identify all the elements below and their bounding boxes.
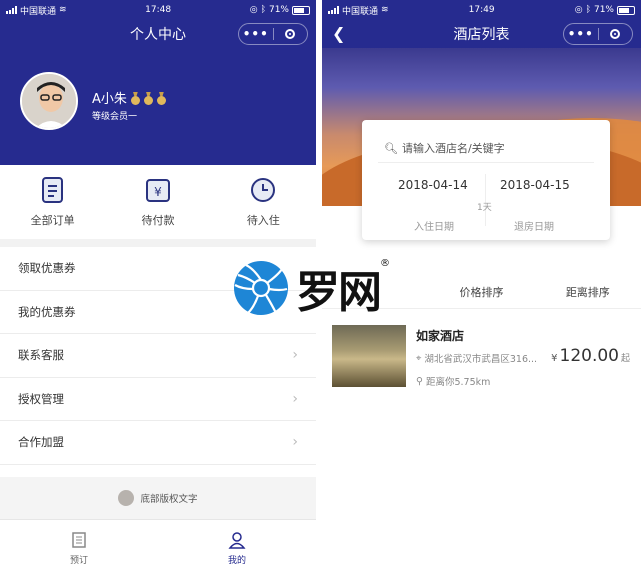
menu-item-label: 领取优惠券 xyxy=(18,261,76,276)
tab-booking[interactable]: 预订 xyxy=(0,520,158,575)
order-label: 待付款 xyxy=(141,214,175,227)
tab-label: 我的 xyxy=(227,555,246,566)
watermark-globe-icon xyxy=(234,261,288,315)
menu-item-label: 联系客服 xyxy=(18,348,64,363)
more-icon[interactable]: ••• xyxy=(564,27,598,41)
location-icon: ◎ xyxy=(574,5,583,15)
more-icon[interactable]: ••• xyxy=(239,27,273,41)
nav-bar: ❮ 酒店列表 ••• xyxy=(322,20,641,48)
search-placeholder: 请输入酒店名/关键字 xyxy=(401,142,505,155)
wifi-icon: ≋ xyxy=(59,5,67,15)
close-miniprogram-icon[interactable] xyxy=(599,29,633,39)
pending-checkin-button[interactable]: 待入住 xyxy=(211,165,316,239)
menu-item-label: 我的优惠券 xyxy=(18,304,76,319)
person-icon xyxy=(228,531,246,549)
status-time: 17:49 xyxy=(468,5,495,15)
price-suffix: 起 xyxy=(620,354,630,364)
svg-text:¥: ¥ xyxy=(154,185,162,199)
member-level: 等级会员一 xyxy=(92,112,138,122)
tab-label: 预订 xyxy=(69,555,88,566)
order-label: 全部订单 xyxy=(30,214,75,227)
bluetooth-icon: ᛒ xyxy=(585,5,591,15)
menu-item-label: 合作加盟 xyxy=(18,435,64,450)
username: A小朱 xyxy=(92,88,166,107)
hotel-thumbnail xyxy=(332,325,406,387)
username-text: A小朱 xyxy=(92,92,127,107)
chevron-right-icon: › xyxy=(292,390,298,407)
status-bar: 中国联通 ≋ 17:48 ◎ ᛒ 71% xyxy=(0,0,316,20)
menu-item-authorization[interactable]: 授权管理 › xyxy=(0,378,316,421)
medal-icon xyxy=(156,92,166,105)
signal-icon xyxy=(6,6,17,14)
location-pin-icon: ⌖ xyxy=(416,352,422,364)
medal-icon xyxy=(130,92,140,105)
profile-header: A小朱 等级会员一 xyxy=(0,48,316,165)
menu-item-franchise[interactable]: 合作加盟 › xyxy=(0,421,316,465)
footer-copyright: 底部版权文字 xyxy=(0,477,316,519)
checkout-label: 退房日期 xyxy=(514,222,554,233)
hotel-search-input[interactable]: 🔍︎ 请输入酒店名/关键字 xyxy=(384,140,505,156)
chevron-right-icon: › xyxy=(292,434,298,451)
search-card: 🔍︎ 请输入酒店名/关键字 2018-04-14 1天 2018-04-15 入… xyxy=(362,120,610,240)
hotel-address: ⌖ 湖北省武汉市武昌区316... xyxy=(416,351,538,366)
registered-mark: ® xyxy=(380,258,390,269)
watermark-text: 罗网 xyxy=(296,267,382,318)
battery-percent: 71% xyxy=(268,5,289,15)
carrier-label: 中国联通 xyxy=(342,6,379,17)
battery-icon xyxy=(292,5,310,15)
menu-item-customer-service[interactable]: 联系客服 › xyxy=(0,334,316,378)
hotel-price: ¥ 120.00 起 xyxy=(551,346,630,366)
pending-payment-button[interactable]: ¥ 待付款 xyxy=(105,165,210,239)
chevron-right-icon: › xyxy=(292,347,298,364)
search-icon: 🔍︎ xyxy=(384,141,398,155)
menu-item-label: 授权管理 xyxy=(18,391,64,406)
signal-icon xyxy=(328,6,339,14)
tab-bar: 预订 我的 xyxy=(0,519,316,575)
price-currency: ¥ xyxy=(551,353,558,364)
miniprogram-capsule[interactable]: ••• xyxy=(563,23,633,45)
miniprogram-capsule[interactable]: ••• xyxy=(238,23,308,45)
checkin-label: 入住日期 xyxy=(414,222,454,233)
status-time: 17:48 xyxy=(145,5,172,15)
hotel-name: 如家酒店 xyxy=(416,329,465,343)
tab-mine[interactable]: 我的 xyxy=(158,520,316,575)
page-title: 酒店列表 xyxy=(453,27,510,43)
clock-icon xyxy=(251,178,276,202)
nav-bar: 个人中心 ••• xyxy=(0,20,316,48)
hotel-distance-text: 距离你5.75km xyxy=(425,377,491,388)
checkout-date[interactable]: 2018-04-15 xyxy=(500,178,570,192)
carrier-label: 中国联通 xyxy=(20,6,57,17)
person-distance-icon: ⚲ xyxy=(416,375,423,387)
wifi-icon: ≋ xyxy=(381,5,389,15)
price-value: 120.00 xyxy=(559,346,619,366)
order-list-icon xyxy=(41,177,63,203)
order-shortcuts: 全部订单 ¥ 待付款 待入住 xyxy=(0,165,316,247)
hotel-distance: ⚲ 距离你5.75km xyxy=(416,374,491,389)
close-miniprogram-icon[interactable] xyxy=(274,29,308,39)
back-arrow-icon[interactable]: ❮ xyxy=(332,24,345,43)
checkin-date[interactable]: 2018-04-14 xyxy=(398,178,468,192)
copyright-logo-icon xyxy=(118,490,135,506)
avatar[interactable] xyxy=(20,72,78,130)
yen-wallet-icon: ¥ xyxy=(145,179,170,202)
location-icon: ◎ xyxy=(249,5,258,15)
nights-count: 1天 xyxy=(477,203,492,213)
bluetooth-icon: ᛒ xyxy=(260,5,266,15)
status-bar: 中国联通 ≋ 17:49 ◎ ᛒ 71% xyxy=(322,0,641,20)
page-title: 个人中心 xyxy=(130,27,186,43)
order-label: 待入住 xyxy=(246,214,280,227)
watermark-logo: 罗网 ® xyxy=(232,258,390,318)
building-icon xyxy=(72,531,86,548)
hotel-card[interactable]: 如家酒店 ⌖ 湖北省武汉市武昌区316... ⚲ 距离你5.75km ¥ 120… xyxy=(332,322,632,392)
all-orders-button[interactable]: 全部订单 xyxy=(0,165,105,239)
medal-icon xyxy=(143,92,153,105)
battery-percent: 71% xyxy=(593,5,614,15)
hotel-address-text: 湖北省武汉市武昌区316... xyxy=(424,354,538,365)
sort-by-price[interactable]: 价格排序 xyxy=(428,276,534,308)
sort-by-distance[interactable]: 距离排序 xyxy=(535,276,641,308)
copyright-text: 底部版权文字 xyxy=(140,494,198,505)
battery-icon xyxy=(617,5,635,15)
